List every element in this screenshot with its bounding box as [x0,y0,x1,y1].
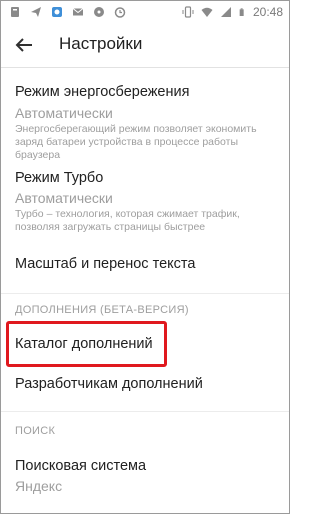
setting-energy-description: Энергосберегающий режим позволяет эконом… [15,123,257,161]
page-title: Настройки [59,34,143,53]
wifi-icon [201,7,213,17]
mail-icon [72,8,84,16]
status-bar: 20:48 [1,1,289,25]
toolbar-divider [1,67,289,68]
signal-icon [220,7,231,17]
setting-energy-title: Режим энергосбережения [15,84,190,100]
section-divider [1,293,289,294]
setting-energy-value: Автоматически [15,105,113,121]
addons-developers-item[interactable]: Разработчикам дополнений [15,376,203,392]
search-engine-value: Яндекс [15,478,63,494]
toolbar: Настройки [1,25,289,65]
photo-icon [52,7,62,17]
search-engine-title: Поисковая система [15,458,147,474]
setting-turbo-title: Режим Турбо [15,170,104,186]
phone-screen: 20:48 Настройки Режим энергосбережения А… [0,0,290,514]
status-left-icons [9,6,135,18]
section-header-search: ПОИСК [15,425,56,437]
setting-turbo-value: Автоматически [15,190,113,206]
status-time: 20:48 [252,5,283,19]
status-right-icons: 20:48 [182,5,283,19]
addons-catalog-item[interactable]: Каталог дополнений [15,336,153,352]
setting-text-scale[interactable]: Масштаб и перенос текста [15,256,195,272]
media-icon [94,7,104,17]
battery-icon [239,8,244,16]
section-divider [1,411,289,412]
section-header-addons: ДОПОЛНЕНИЯ (БЕТА-ВЕРСИЯ) [15,304,189,316]
setting-turbo-description: Турбо – технология, которая сжимает траф… [15,208,240,233]
notification-icon [11,7,19,17]
alarm-icon [114,7,126,18]
back-arrow-icon[interactable] [13,34,35,56]
send-icon [31,7,41,17]
vibrate-icon [182,6,194,18]
